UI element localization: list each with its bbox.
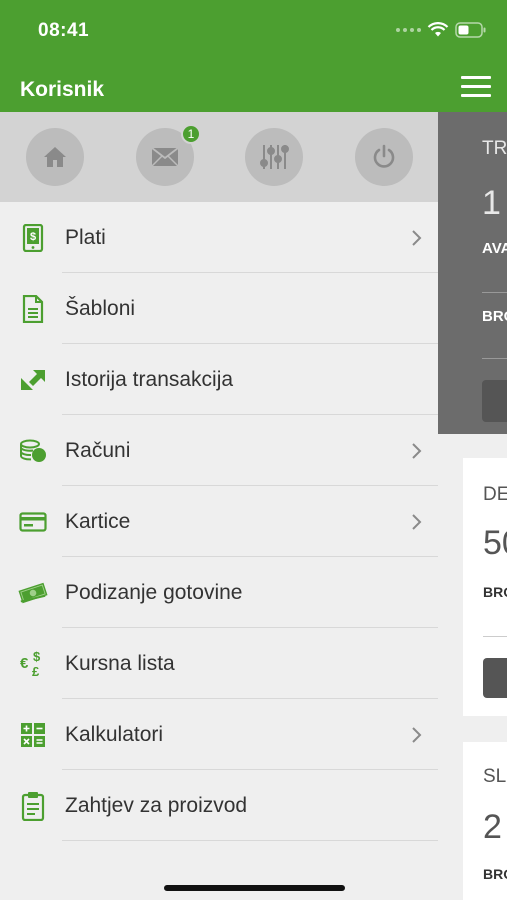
menu-item-label: Zahtjev za proizvod xyxy=(65,793,248,817)
bg-card-label: BRO xyxy=(483,866,507,882)
menu-item-kalkulatori[interactable]: Kalkulatori xyxy=(0,699,438,770)
battery-icon xyxy=(455,22,486,38)
mail-icon xyxy=(151,147,179,167)
bg-section-label: AVA xyxy=(482,240,507,257)
bg-card-value: 2 xyxy=(483,808,502,846)
menu-line xyxy=(461,84,491,88)
settings-button[interactable] xyxy=(245,128,303,186)
card-icon xyxy=(18,507,48,537)
payment-phone-icon: $ xyxy=(18,223,48,253)
transfer-arrows-icon xyxy=(18,365,48,395)
settings-sliders-icon xyxy=(260,145,289,169)
menu-item-istorija-transakcija[interactable]: Istorija transakcija xyxy=(0,344,438,415)
bg-section-title: TR xyxy=(482,138,507,159)
menu-item-label: Plati xyxy=(65,225,106,249)
notification-badge: 1 xyxy=(181,124,201,144)
chevron-right-icon xyxy=(412,726,422,743)
bg-divider xyxy=(483,636,507,637)
messages-button[interactable]: 1 xyxy=(136,124,201,186)
bg-section-value: 1 xyxy=(482,184,501,222)
menu-item-label: Podizanje gotovine xyxy=(65,580,243,604)
page-title: Korisnik xyxy=(20,78,105,101)
power-icon xyxy=(373,144,395,168)
bg-card: DE 50 BRO xyxy=(463,458,507,716)
menu-item-kursna-lista[interactable]: € $ £ Kursna lista xyxy=(0,628,438,699)
menu-item-label: Računi xyxy=(65,438,131,462)
bg-card-label: BRO xyxy=(483,584,507,600)
bg-button[interactable] xyxy=(482,380,507,422)
quick-actions-bar: 1 xyxy=(0,112,438,202)
app-header: 08:41 Korisnik xyxy=(0,0,507,112)
document-icon xyxy=(18,294,48,324)
menu-item-plati[interactable]: $ Plati xyxy=(0,202,438,273)
currency-exchange-icon: € $ £ xyxy=(18,649,48,679)
bg-card-value: 50 xyxy=(483,524,507,562)
bg-divider xyxy=(482,358,507,359)
home-indicator xyxy=(164,885,345,891)
menu-item-label: Šabloni xyxy=(65,296,136,320)
bg-button[interactable] xyxy=(483,658,507,698)
divider xyxy=(62,840,438,841)
home-icon xyxy=(44,147,66,167)
calculator-icon xyxy=(18,720,48,750)
svg-text:$: $ xyxy=(33,649,41,664)
hamburger-menu-button[interactable] xyxy=(461,72,493,100)
menu-item-label: Istorija transakcija xyxy=(65,367,234,391)
bg-card-title: DE xyxy=(483,484,507,505)
chevron-right-icon xyxy=(412,442,422,459)
menu-item-label: Kalkulatori xyxy=(65,722,164,746)
status-icons xyxy=(396,22,487,38)
drawer-menu: $ Plati Šabloni Istorija transakcija Rač… xyxy=(0,202,438,841)
wifi-icon xyxy=(427,22,449,37)
bg-card-title: SLO xyxy=(483,766,507,787)
bg-card: SLO 2 BRO xyxy=(463,742,507,900)
clipboard-icon xyxy=(18,791,48,821)
bg-divider xyxy=(482,292,507,293)
menu-line xyxy=(461,93,491,97)
navigation-drawer: 1 $ Plati Šabloni Istorija transakcija R… xyxy=(0,112,438,900)
menu-item-sabloni[interactable]: Šabloni xyxy=(0,273,438,344)
svg-text:$: $ xyxy=(30,231,36,243)
background-dark-panel: TR 1 AVA BRO xyxy=(438,112,507,434)
status-time: 08:41 xyxy=(38,20,90,41)
menu-line xyxy=(461,75,491,79)
menu-item-podizanje-gotovine[interactable]: Podizanje gotovine xyxy=(0,557,438,628)
chevron-right-icon xyxy=(412,229,422,246)
cash-icon xyxy=(18,578,48,608)
logout-button[interactable] xyxy=(355,128,413,186)
signal-icon xyxy=(396,28,421,32)
menu-item-kartice[interactable]: Kartice xyxy=(0,486,438,557)
coins-icon xyxy=(18,436,48,466)
svg-text:€: € xyxy=(20,655,29,672)
home-button[interactable] xyxy=(26,128,84,186)
menu-item-label: Kartice xyxy=(65,509,131,533)
bg-section-label: BRO xyxy=(482,308,507,325)
menu-item-label: Kursna lista xyxy=(65,651,175,675)
svg-text:£: £ xyxy=(32,664,40,679)
menu-item-zahtjev-za-proizvod[interactable]: Zahtjev za proizvod xyxy=(0,770,438,841)
chevron-right-icon xyxy=(412,513,422,530)
menu-item-racuni[interactable]: Računi xyxy=(0,415,438,486)
